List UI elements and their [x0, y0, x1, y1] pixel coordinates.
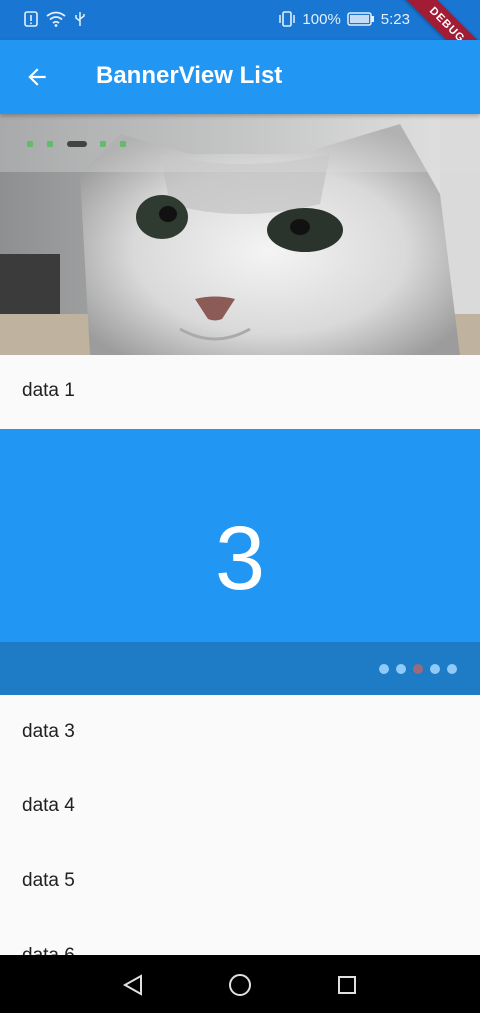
list-item[interactable]: data 5	[0, 845, 480, 919]
battery-percent: 100%	[302, 10, 341, 28]
nav-recents-button[interactable]	[332, 970, 362, 1000]
alert-icon	[24, 11, 38, 27]
dots-indicator-strip	[0, 642, 480, 695]
dot-indicator-dot	[396, 664, 406, 674]
list-item-label: data 5	[22, 870, 75, 891]
back-button[interactable]	[18, 58, 56, 96]
arrow-back-icon	[28, 68, 46, 86]
page-title: BannerView List	[96, 62, 283, 89]
clock: 5:23	[380, 10, 410, 28]
wifi-icon	[46, 11, 66, 27]
page-indicator-mark	[67, 141, 87, 147]
page-indicator-mark	[27, 141, 33, 147]
system-nav-bar	[0, 955, 480, 1013]
image-banner[interactable]	[0, 114, 480, 355]
page-indicator-mark	[100, 141, 106, 147]
battery-icon	[347, 12, 374, 26]
list-item[interactable]: data 1	[0, 355, 480, 429]
page-indicator-mark	[47, 141, 53, 147]
home-circle-icon	[229, 974, 251, 996]
list-item[interactable]: data 3	[0, 696, 480, 770]
list-item-label: data 3	[22, 721, 75, 742]
banner-page-number: 3	[214, 509, 266, 609]
status-bar: 100% 5:23	[0, 0, 480, 40]
list-item-label: data 4	[22, 795, 75, 816]
app-bar: BannerView List	[0, 40, 480, 114]
page-indicator-mark	[120, 141, 126, 147]
list-item-label: data 1	[22, 380, 75, 401]
list-item[interactable]: data 4	[0, 770, 480, 844]
dot-indicator-dot	[379, 664, 389, 674]
nav-back-button[interactable]	[118, 970, 148, 1000]
vibrate-icon	[279, 11, 296, 27]
nav-home-button[interactable]	[225, 970, 255, 1000]
dot-indicator-dot	[447, 664, 457, 674]
recents-square-icon	[338, 976, 356, 994]
usb-icon	[75, 12, 85, 26]
back-triangle-icon	[122, 974, 142, 996]
dot-indicator-dot	[413, 664, 423, 674]
dot-indicator-dot	[430, 664, 440, 674]
